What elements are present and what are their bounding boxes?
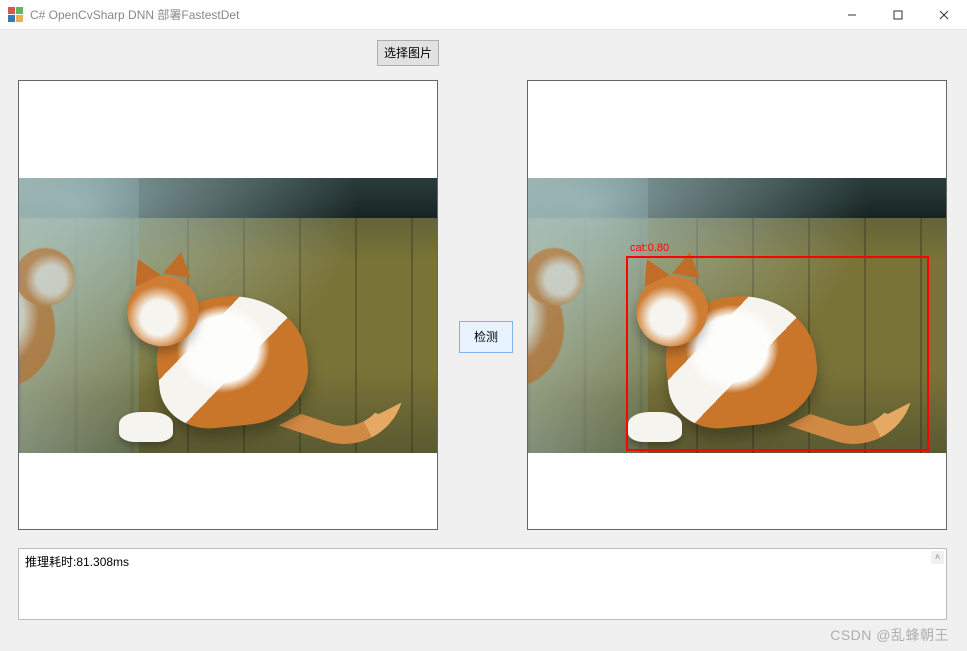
maximize-button[interactable] — [875, 0, 921, 29]
window-title: C# OpenCvSharp DNN 部署FastestDet — [30, 6, 239, 23]
detect-button[interactable]: 检测 — [459, 321, 513, 353]
watermark-text: CSDN @乱蜂朝王 — [830, 625, 949, 645]
result-image-box: cat:0.80 — [527, 80, 947, 530]
client-area: 选择图片 检测 — [0, 30, 967, 651]
log-textbox[interactable]: 推理耗时:81.308ms ˄ — [18, 548, 947, 620]
app-icon — [8, 7, 24, 23]
minimize-button[interactable] — [829, 0, 875, 29]
source-image — [19, 178, 437, 453]
select-image-button[interactable]: 选择图片 — [377, 40, 439, 66]
close-button[interactable] — [921, 0, 967, 29]
result-image: cat:0.80 — [528, 178, 946, 453]
log-text: 推理耗时:81.308ms — [25, 555, 129, 569]
scroll-up-icon[interactable]: ˄ — [931, 551, 944, 564]
titlebar: C# OpenCvSharp DNN 部署FastestDet — [0, 0, 967, 30]
source-image-box — [18, 80, 438, 530]
window-buttons — [829, 0, 967, 29]
